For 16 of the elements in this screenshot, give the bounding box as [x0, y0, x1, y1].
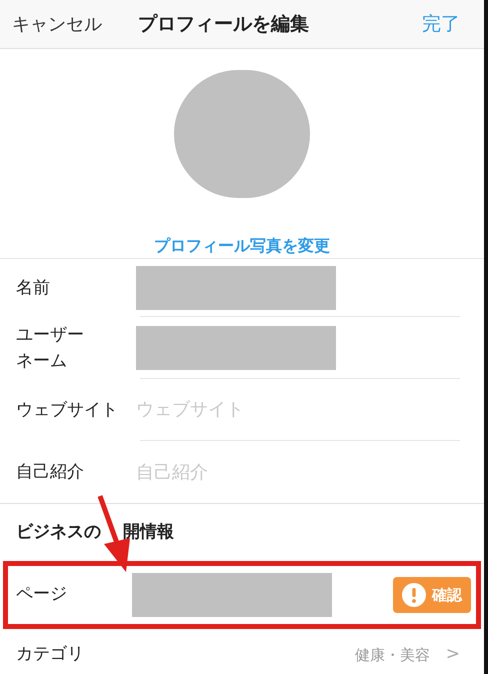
field-label: 名前: [16, 276, 51, 300]
section-header: ビジネスの: [16, 520, 101, 544]
field-label: 自己紹介: [16, 461, 85, 484]
category-value: 健康・美容: [354, 644, 430, 666]
window-title: プロフィールを編集: [138, 12, 309, 37]
field-label: ネーム: [16, 350, 68, 372]
confirm-button[interactable]: 確認: [393, 577, 471, 613]
change-photo-link[interactable]: プロフィール写真を変更: [154, 234, 330, 258]
done-button[interactable]: 完了: [422, 10, 460, 38]
section-header: 開情報: [123, 520, 174, 544]
field-label: ページ: [15, 583, 68, 606]
cancel-button[interactable]: キャンセル: [12, 10, 102, 38]
field-label: ユーザー: [16, 324, 85, 346]
chevron: >: [446, 643, 460, 666]
field-label: カテゴリ: [16, 643, 84, 666]
field-label: ウェブサイト: [16, 398, 119, 422]
